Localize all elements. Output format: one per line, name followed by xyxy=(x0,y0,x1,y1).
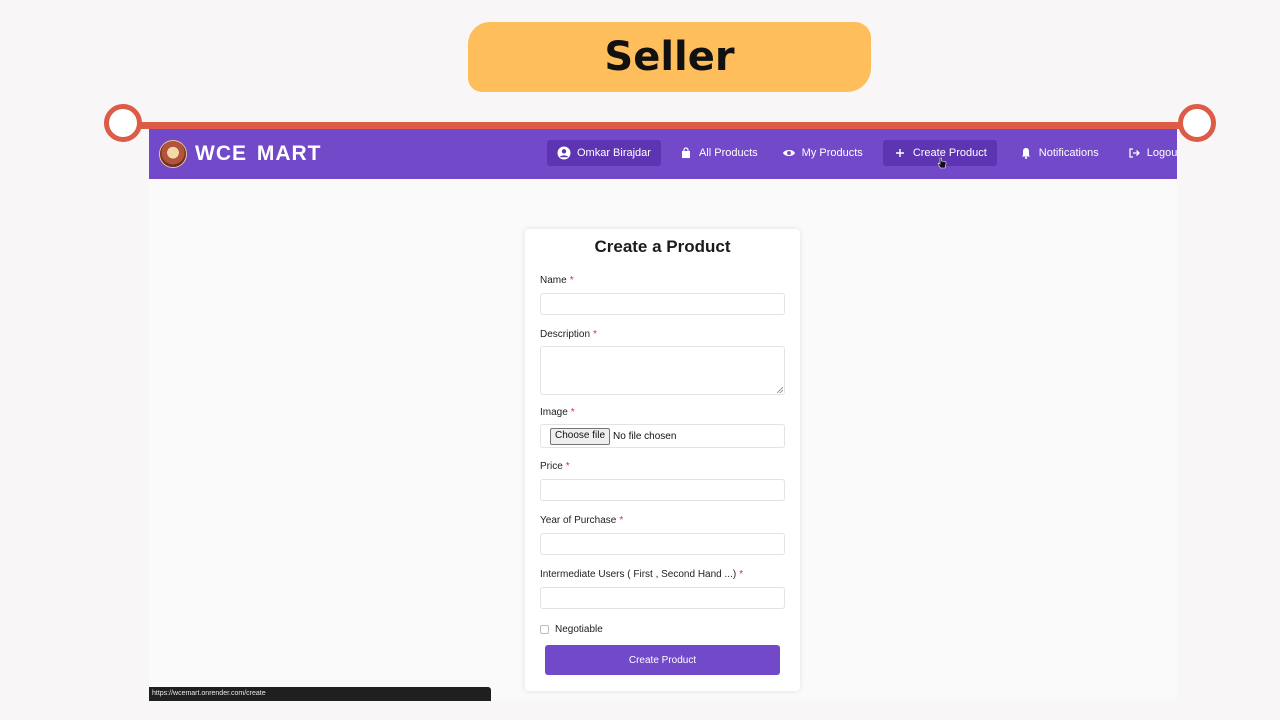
name-label-text: Name xyxy=(540,275,567,286)
negotiable-option[interactable]: Negotiable xyxy=(540,624,603,635)
description-label: Description * xyxy=(540,329,597,340)
user-circle-icon xyxy=(557,146,571,160)
year-label: Year of Purchase * xyxy=(540,515,623,526)
negotiable-label: Negotiable xyxy=(555,624,603,635)
resize-grip-icon[interactable] xyxy=(777,387,783,393)
name-label: Name * xyxy=(540,275,574,286)
users-label: Intermediate Users ( First , Second Hand… xyxy=(540,569,743,580)
image-label: Image * xyxy=(540,407,575,418)
form-heading: Create a Product xyxy=(594,237,731,256)
bag-icon xyxy=(679,146,693,160)
description-textarea[interactable] xyxy=(540,346,785,395)
price-input[interactable] xyxy=(540,479,785,501)
browser-viewport: WCE MART Omkar Birajdar All Products My … xyxy=(149,129,1177,701)
nav-item-notifications[interactable]: Notifications xyxy=(1009,140,1109,166)
brand[interactable]: WCE MART xyxy=(159,140,321,168)
file-status: No file chosen xyxy=(613,430,677,442)
nav-item-label: Notifications xyxy=(1038,147,1099,159)
users-label-text: Intermediate Users ( First , Second Hand… xyxy=(540,569,737,580)
negotiable-checkbox[interactable] xyxy=(540,625,549,634)
required-mark: * xyxy=(619,515,624,526)
year-label-text: Year of Purchase xyxy=(540,515,617,526)
slide-title-text: Seller xyxy=(604,34,735,80)
create-product-form: Create a Product Name * Description * Imag… xyxy=(525,229,800,691)
nav-item-label: Create Product xyxy=(912,147,987,159)
nav-item-all-products[interactable]: All Products xyxy=(669,140,768,166)
slide-title: Seller xyxy=(468,22,871,92)
hand-cursor-icon xyxy=(937,157,947,169)
year-input[interactable] xyxy=(540,533,785,555)
required-mark: * xyxy=(570,407,575,418)
nav-item-logout[interactable]: Logout xyxy=(1117,140,1177,166)
name-input[interactable] xyxy=(540,293,785,315)
bell-icon xyxy=(1019,146,1033,160)
users-input[interactable] xyxy=(540,587,785,609)
plus-icon xyxy=(893,146,907,160)
price-label: Price * xyxy=(540,461,570,472)
eye-icon xyxy=(782,146,796,160)
image-file-input[interactable]: Choose file No file chosen xyxy=(540,424,785,448)
required-mark: * xyxy=(565,461,570,472)
brand-name: WCE MART xyxy=(195,142,322,165)
navbar: WCE MART Omkar Birajdar All Products My … xyxy=(149,129,1177,179)
description-label-text: Description xyxy=(540,329,591,340)
nav-item-my-products[interactable]: My Products xyxy=(772,140,873,166)
college-logo-icon xyxy=(159,140,187,168)
required-mark: * xyxy=(593,329,597,340)
decorative-circle-right xyxy=(1178,104,1216,142)
decorative-bar xyxy=(124,122,1198,129)
create-product-button[interactable]: Create Product xyxy=(545,645,780,675)
price-label-text: Price xyxy=(540,461,563,472)
required-mark: * xyxy=(569,275,574,286)
image-label-text: Image xyxy=(540,407,568,418)
nav-item-profile[interactable]: Omkar Birajdar xyxy=(547,140,661,166)
nav-item-label: All Products xyxy=(698,147,758,159)
nav-item-label: Logout xyxy=(1146,147,1177,159)
nav-item-label: My Products xyxy=(801,147,863,159)
nav-menu: Omkar Birajdar All Products My Products … xyxy=(547,139,1177,167)
choose-file-button[interactable]: Choose file xyxy=(550,427,611,445)
nav-item-label: Omkar Birajdar xyxy=(577,147,651,159)
required-mark: * xyxy=(739,569,744,580)
decorative-circle-left xyxy=(104,104,142,142)
logout-icon xyxy=(1127,146,1141,160)
status-url-bar: https://wcemart.onrender.com/create xyxy=(149,687,491,701)
